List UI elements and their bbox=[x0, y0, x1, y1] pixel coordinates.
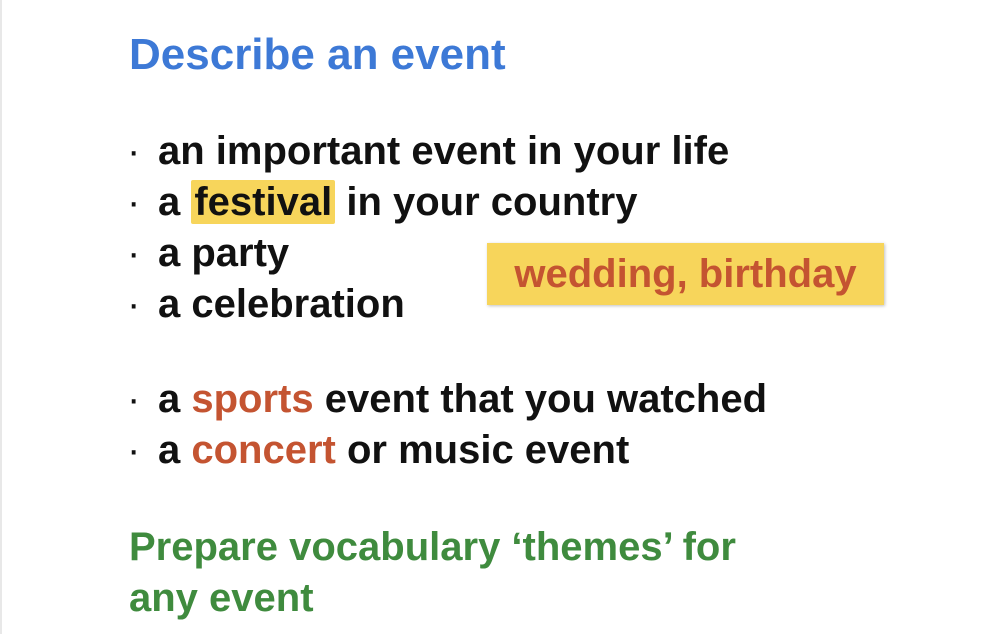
list-item: · a sports event that you watched bbox=[127, 374, 767, 425]
list-item-prefix: a bbox=[158, 428, 192, 472]
footer-note: Prepare vocabulary ‘themes’ for any even… bbox=[129, 522, 889, 624]
list-item: · a concert or music event bbox=[127, 425, 767, 476]
list-item: · a festival in your country bbox=[127, 177, 729, 228]
list-item-prefix: a bbox=[158, 377, 192, 421]
bullet-icon: · bbox=[127, 180, 141, 224]
list-item-suffix: in your country bbox=[335, 180, 638, 224]
bullet-icon: · bbox=[127, 377, 141, 421]
footer-line: any event bbox=[129, 576, 314, 620]
list-item-prefix: a bbox=[158, 180, 192, 224]
list-item-suffix: or music event bbox=[335, 428, 630, 472]
bullet-icon: · bbox=[127, 129, 141, 173]
bullet-icon: · bbox=[127, 282, 141, 326]
bullet-icon: · bbox=[127, 231, 141, 275]
emphasized-word: concert bbox=[191, 428, 336, 472]
list-item-suffix: event that you watched bbox=[313, 377, 768, 421]
highlighted-word: festival bbox=[191, 180, 336, 224]
bullet-icon: · bbox=[127, 428, 141, 472]
list-item: · an important event in your life bbox=[127, 126, 729, 177]
slide-edge bbox=[0, 0, 2, 634]
list-item-text: an important event in your life bbox=[158, 129, 730, 173]
slide: Describe an event · an important event in… bbox=[0, 0, 1004, 634]
event-list-secondary: · a sports event that you watched · a conc… bbox=[127, 374, 767, 476]
list-item-text: a celebration bbox=[158, 282, 405, 326]
slide-title: Describe an event bbox=[129, 30, 506, 79]
footer-line: Prepare vocabulary ‘themes’ for bbox=[129, 525, 736, 569]
list-item-text: a party bbox=[158, 231, 290, 275]
callout-box: wedding, birthday bbox=[487, 243, 884, 305]
emphasized-word: sports bbox=[191, 377, 314, 421]
